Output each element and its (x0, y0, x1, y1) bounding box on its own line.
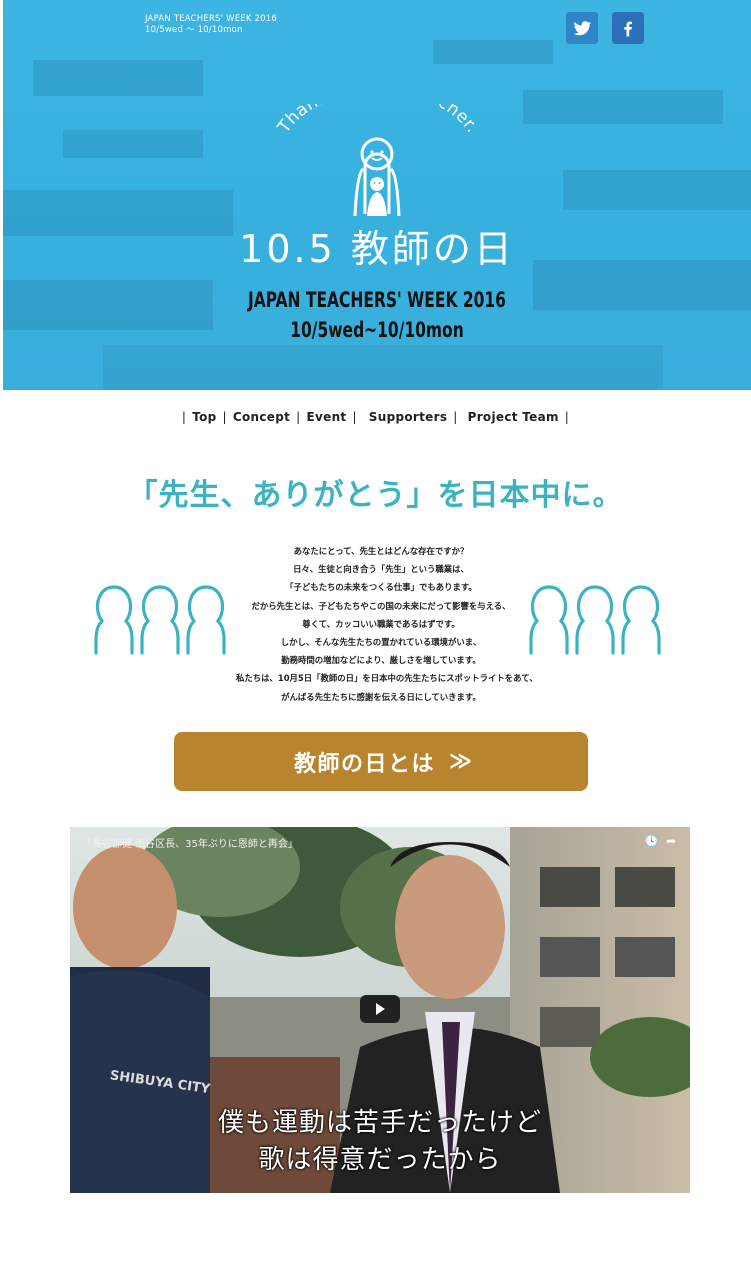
hero-subtitle-dates: 10/5wed~10/10mon (290, 318, 464, 342)
main-headline: 「先生、ありがとう」を日本中に。 (127, 478, 624, 513)
share-icon[interactable]: ➦ (666, 834, 676, 848)
hero-tagline: JAPAN TEACHERS' WEEK 2016 10/5wed 〜 10/1… (145, 14, 277, 36)
intro-line: あなたにとって、先生とはどんな存在ですか？ (293, 546, 469, 556)
hero-tagline-title: JAPAN TEACHERS' WEEK 2016 (145, 14, 277, 24)
nav-separator: | (222, 410, 227, 424)
hero-subtitle-event: JAPAN TEACHERS' WEEK 2016 (248, 288, 506, 312)
nav-separator: | (453, 410, 458, 424)
facebook-icon (624, 21, 632, 37)
intro-line: 私たちは、10月5日「教師の日」を日本中の先生たちにスポットライトをあて、 (236, 673, 538, 684)
main-navigation: | Top | Concept | Event | Supporters | Project Te… (0, 410, 751, 424)
play-icon (376, 1003, 385, 1015)
video-title: 「長谷部健 渋谷区長、35年ぶりに恩師と再会」 (82, 839, 298, 850)
hero-title: 10.5 教師の日 (239, 227, 515, 271)
nav-separator: | (564, 410, 570, 424)
intro-line: 勤務時間の増加などにより、厳しさを増しています。 (281, 655, 481, 666)
cta-label: 教師の日とは (293, 751, 435, 777)
about-teachers-day-button[interactable]: 教師の日とは ≫ (174, 732, 588, 791)
nav-separator: | (181, 410, 187, 424)
logo-arc-text: Thank you. My teacher. (273, 104, 481, 138)
play-button[interactable] (360, 995, 400, 1023)
twitter-icon (573, 21, 592, 36)
nav-item-supporters[interactable]: Supporters (369, 410, 447, 424)
nav-item-event[interactable]: Event (307, 410, 347, 424)
nav-item-project-team[interactable]: Project Team (468, 410, 559, 424)
hero-tagline-dates: 10/5wed 〜 10/10mon (145, 25, 243, 35)
intro-line: がんばる先生たちに感謝を伝える日にしていきます。 (281, 691, 481, 702)
people-silhouettes-right-icon (529, 585, 661, 655)
intro-line: 日々、生徒と向き合う「先生」という職業は、 (293, 564, 469, 575)
teacher-logo: Thank you. My teacher. (273, 104, 482, 217)
intro-line: だから先生とは、子どもたちやこの国の未来にだって影響を与える、 (251, 600, 511, 611)
twitter-share-button[interactable] (566, 12, 598, 44)
intro-line: 「子どもたちの未来をつくる仕事」でもあります。 (285, 582, 477, 593)
nav-item-top[interactable]: Top (192, 410, 216, 424)
video-subtitle-line-2: 歌は得意だったから (258, 1145, 502, 1175)
intro-line: しかし、そんな先生たちの置かれている環境がいま、 (280, 637, 482, 648)
double-chevron-right-icon: ≫ (448, 749, 472, 774)
intro-line: 尊くて、カッコいい職業であるはずです。 (302, 618, 460, 629)
nav-item-concept[interactable]: Concept (233, 410, 290, 424)
nav-separator: | (352, 410, 357, 424)
nav-separator: | (296, 410, 301, 424)
hero-banner: JAPAN TEACHERS' WEEK 2016 10/5wed 〜 10/1… (3, 0, 751, 390)
svg-text:Thank you. My teacher.: Thank you. My teacher. (273, 104, 482, 138)
video-subtitle-line-1: 僕も運動は苦手だったけど (217, 1108, 542, 1138)
intro-text: あなたにとって、先生とはどんな存在ですか？ 日々、生徒と向き合う「先生」という職… (236, 542, 538, 706)
people-silhouettes-left-icon (94, 585, 226, 655)
video-player[interactable]: SHIBUYA CITY 「長谷部健 渋谷区長、35年ぶりに恩師と再会」 🕓 ➦… (70, 827, 690, 1193)
watch-later-icon[interactable]: 🕓 (644, 834, 659, 848)
facebook-share-button[interactable] (612, 12, 644, 44)
